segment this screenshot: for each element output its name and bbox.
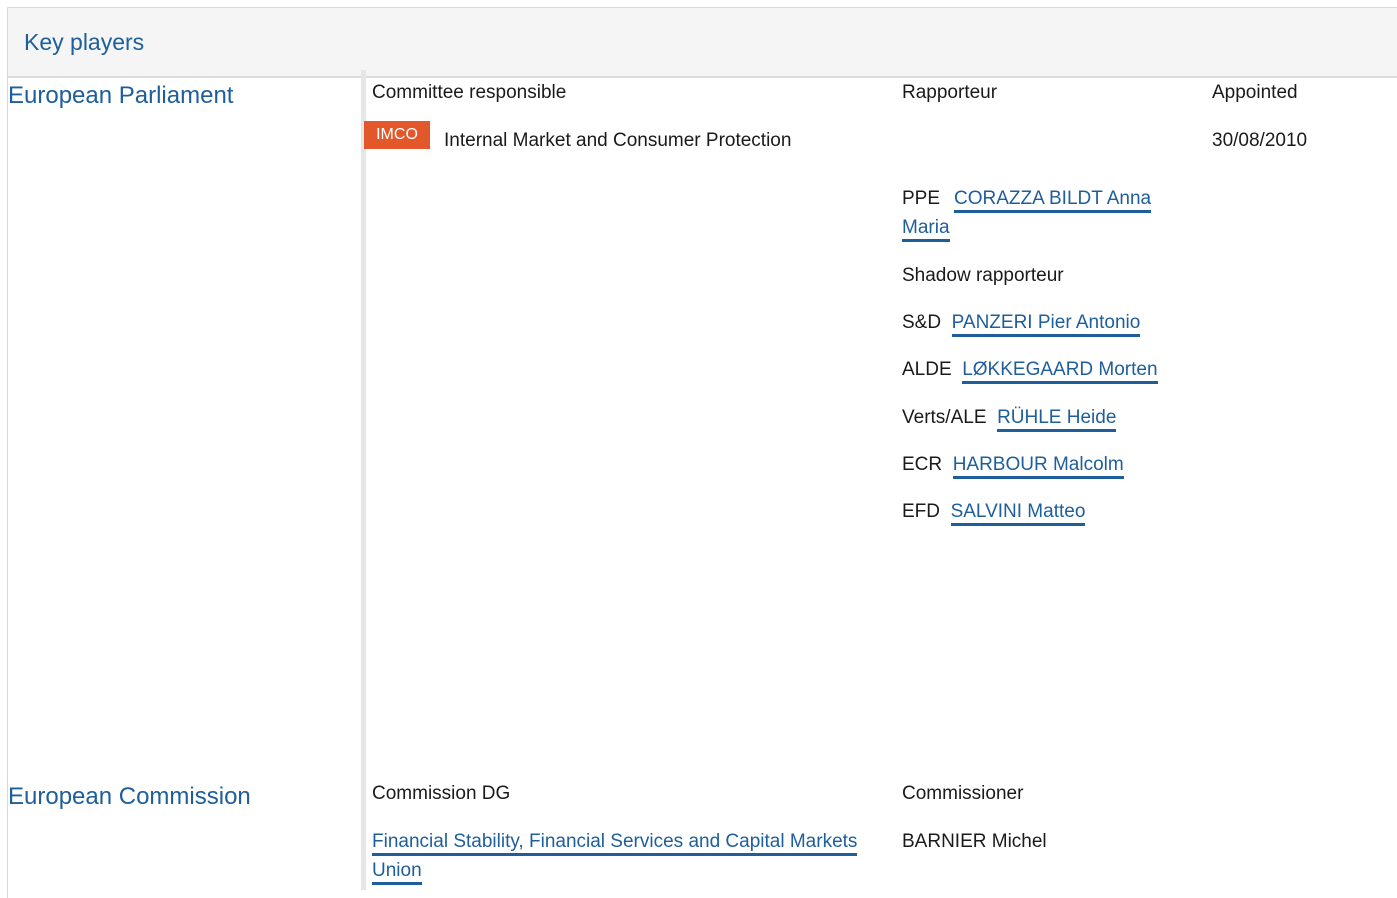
group-label: Verts/ALE <box>902 407 987 428</box>
column-header-committee: Committee responsible <box>372 82 567 103</box>
shadow-rapporteur-link[interactable]: SALVINI Matteo <box>950 501 1086 526</box>
column-header-commissioner: Commissioner <box>902 783 1024 804</box>
group-label: ECR <box>902 454 943 475</box>
shadow-rapporteur-row: EFD SALVINI Matteo <box>902 501 1086 526</box>
shadow-rapporteur-link[interactable]: RÜHLE Heide <box>997 407 1117 432</box>
group-label: EFD <box>902 501 940 522</box>
rapporteur-link[interactable]: CORAZZA BILDT Anna Maria <box>902 188 1152 242</box>
shadow-rapporteur-link[interactable]: LØKKEGAARD Morten <box>962 359 1158 384</box>
column-divider <box>361 70 366 890</box>
shadow-rapporteur-row: ECR HARBOUR Malcolm <box>902 454 1124 479</box>
group-label: S&D <box>902 312 942 333</box>
commission-dg-link[interactable]: Financial Stability, Financial Services … <box>372 831 858 885</box>
rapporteur-entry: CORAZZA BILDT Anna Maria <box>902 184 1202 242</box>
panel-title: Key players <box>24 29 145 55</box>
shadow-rapporteur-link[interactable]: PANZERI Pier Antonio <box>951 312 1141 337</box>
committee-name: Internal Market and Consumer Protection <box>444 130 792 151</box>
panel-header: Key players <box>8 8 1397 78</box>
shadow-rapporteur-row: ALDE LØKKEGAARD Morten <box>902 359 1158 384</box>
column-header-rapporteur: Rapporteur <box>902 82 998 103</box>
shadow-rapporteur-row: Verts/ALE RÜHLE Heide <box>902 407 1117 432</box>
column-header-appointed: Appointed <box>1212 82 1298 103</box>
shadow-rapporteur-label: Shadow rapporteur <box>902 265 1064 286</box>
institution-european-commission[interactable]: European Commission <box>8 783 251 811</box>
committee-badge: IMCO <box>364 121 430 149</box>
institution-european-parliament[interactable]: European Parliament <box>8 82 233 110</box>
group-label: ALDE <box>902 359 952 380</box>
commissioner-name: BARNIER Michel <box>902 831 1047 852</box>
appointed-date: 30/08/2010 <box>1212 130 1308 151</box>
shadow-rapporteur-link[interactable]: HARBOUR Malcolm <box>952 454 1124 479</box>
column-header-commission-dg: Commission DG <box>372 783 511 804</box>
shadow-rapporteur-row: S&D PANZERI Pier Antonio <box>902 312 1141 337</box>
commission-dg-entry: Financial Stability, Financial Services … <box>372 827 872 885</box>
